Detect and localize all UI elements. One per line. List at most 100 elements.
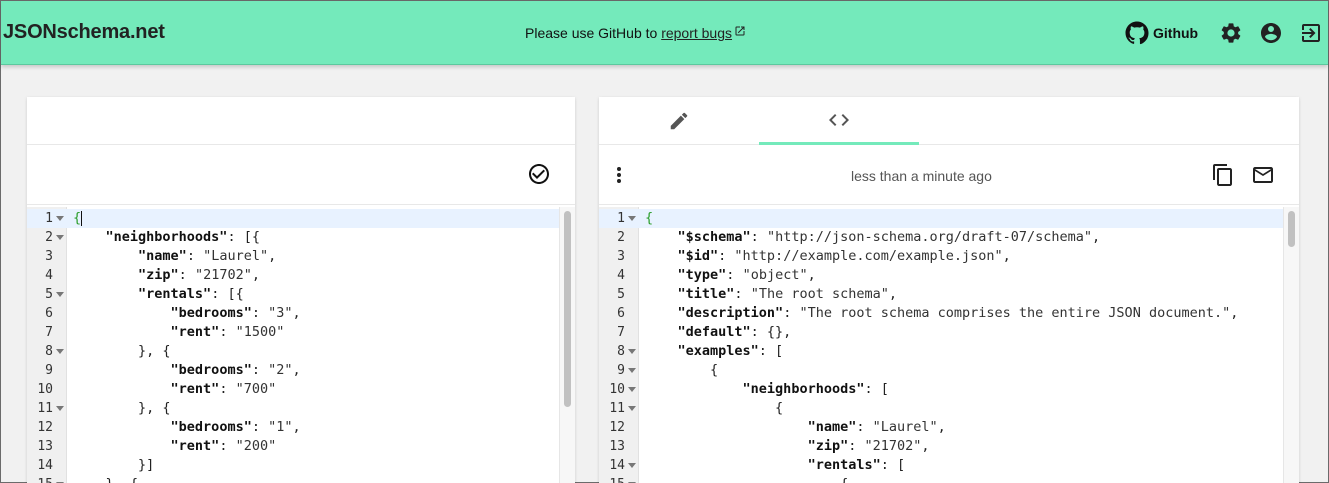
pencil-icon (670, 112, 688, 130)
gear-icon[interactable] (1219, 21, 1243, 45)
line-number: 13 (609, 439, 625, 454)
code-line[interactable]: 14 }] (27, 456, 559, 475)
scrollbar-thumb[interactable] (564, 211, 571, 407)
code-line[interactable]: 9 "bedrooms": "2", (27, 361, 559, 380)
line-number: 15 (27, 475, 53, 483)
code-text: "title": "The root schema", (677, 286, 897, 302)
code-line[interactable]: 9 { (599, 361, 1283, 380)
check-circle-icon[interactable] (527, 162, 551, 186)
schema-output-editor[interactable]: 1{2 "$schema": "http://json-schema.org/d… (599, 207, 1299, 483)
fold-toggle-icon[interactable] (56, 235, 64, 240)
code-line[interactable]: 7 "default": {}, (599, 323, 1283, 342)
github-button[interactable]: Github (1125, 21, 1198, 45)
code-line[interactable]: 5 "rentals": [{ (27, 285, 559, 304)
line-number: 2 (617, 230, 625, 245)
code-text: "$schema": "http://json-schema.org/draft… (677, 229, 1101, 245)
code-line[interactable]: 6 "bedrooms": "3", (27, 304, 559, 323)
external-link-icon[interactable] (734, 25, 746, 37)
json-input-editor[interactable]: 1{2 "neighborhoods": [{3 "name": "Laurel… (27, 207, 575, 483)
code-text: "default": {}, (677, 324, 792, 340)
code-line[interactable]: 2 "neighborhoods": [{ (27, 228, 559, 247)
code-line[interactable]: 14 "rentals": [ (599, 456, 1283, 475)
tab-edit[interactable] (599, 97, 759, 145)
code-text: { (645, 475, 848, 483)
code-text: { (645, 210, 654, 226)
code-line[interactable]: 1{ (599, 209, 1283, 228)
code-text: { (73, 210, 83, 226)
editor-scrollbar[interactable] (1283, 207, 1299, 483)
more-vert-icon[interactable] (607, 163, 631, 187)
fold-toggle-icon[interactable] (628, 216, 636, 221)
code-line[interactable]: 4 "zip": "21702", (27, 266, 559, 285)
line-number: 3 (45, 249, 53, 264)
code-line[interactable]: 7 "rent": "1500" (27, 323, 559, 342)
code-text: }, { (73, 343, 171, 359)
code-text: "bedrooms": "2", (170, 362, 301, 378)
code-line[interactable]: 13 "zip": "21702", (599, 437, 1283, 456)
json-input-panel: 1{2 "neighborhoods": [{3 "name": "Laurel… (27, 97, 575, 483)
code-line[interactable]: 3 "$id": "http://example.com/example.jso… (599, 247, 1283, 266)
fold-toggle-icon[interactable] (56, 216, 64, 221)
line-number: 8 (45, 344, 53, 359)
code-line[interactable]: 11 }, { (27, 399, 559, 418)
line-number: 4 (617, 268, 625, 283)
code-line[interactable]: 10 "neighborhoods": [ (599, 380, 1283, 399)
code-line[interactable]: 4 "type": "object", (599, 266, 1283, 285)
fold-toggle-icon[interactable] (628, 387, 636, 392)
code-line[interactable]: 12 "bedrooms": "1", (27, 418, 559, 437)
code-text: "rent": "700" (170, 381, 277, 397)
line-number: 9 (617, 363, 625, 378)
code-line[interactable]: 8 "examples": [ (599, 342, 1283, 361)
line-number: 15 (599, 475, 625, 483)
code-line[interactable]: 10 "rent": "700" (27, 380, 559, 399)
line-number: 12 (37, 420, 53, 435)
line-number: 6 (45, 306, 53, 321)
fold-toggle-icon[interactable] (56, 406, 64, 411)
code-text: "rent": "1500" (170, 324, 285, 340)
code-text: "$id": "http://example.com/example.json"… (677, 248, 1011, 264)
code-line[interactable]: 11 { (599, 399, 1283, 418)
github-icon (1125, 21, 1149, 45)
last-saved-time: less than a minute ago (851, 168, 992, 184)
fold-toggle-icon[interactable] (56, 292, 64, 297)
code-line[interactable]: 1{ (27, 209, 559, 228)
code-line[interactable]: 8 }, { (27, 342, 559, 361)
line-number: 6 (617, 306, 625, 321)
line-number: 7 (617, 325, 625, 340)
line-number: 8 (617, 344, 625, 359)
code-text: "name": "Laurel", (138, 248, 277, 264)
code-line[interactable]: 13 "rent": "200" (27, 437, 559, 456)
line-number: 5 (617, 287, 625, 302)
scrollbar-thumb[interactable] (1288, 211, 1295, 247)
code-line[interactable]: 12 "name": "Laurel", (599, 418, 1283, 437)
fold-toggle-icon[interactable] (56, 349, 64, 354)
code-text: "bedrooms": "1", (170, 419, 301, 435)
code-line[interactable]: 3 "name": "Laurel", (27, 247, 559, 266)
code-line[interactable]: 15 { (599, 475, 1283, 483)
code-text: }, { (73, 400, 171, 416)
account-circle-icon[interactable] (1259, 21, 1283, 45)
mail-icon[interactable] (1251, 163, 1275, 187)
copy-icon[interactable] (1211, 163, 1235, 187)
fold-toggle-icon[interactable] (628, 349, 636, 354)
fold-toggle-icon[interactable] (628, 463, 636, 468)
code-line[interactable]: 5 "title": "The root schema", (599, 285, 1283, 304)
code-lines: 1{2 "neighborhoods": [{3 "name": "Laurel… (27, 209, 559, 483)
fold-toggle-icon[interactable] (628, 406, 636, 411)
line-number: 1 (45, 211, 53, 226)
input-panel-header (27, 97, 575, 145)
code-line[interactable]: 15 }, { (27, 475, 559, 483)
code-text: "bedrooms": "3", (170, 305, 301, 321)
fold-toggle-icon[interactable] (628, 368, 636, 373)
code-line[interactable]: 2 "$schema": "http://json-schema.org/dra… (599, 228, 1283, 247)
logout-icon[interactable] (1299, 21, 1323, 45)
input-toolbar (27, 145, 575, 205)
report-bugs-link[interactable]: report bugs (661, 25, 732, 41)
notice-text: Please use GitHub to (525, 25, 662, 41)
editor-scrollbar[interactable] (559, 207, 575, 483)
github-label: Github (1153, 25, 1199, 41)
tab-code[interactable] (759, 97, 919, 145)
code-lines: 1{2 "$schema": "http://json-schema.org/d… (599, 209, 1283, 483)
brand-logo[interactable]: JSONschema.net (3, 21, 165, 44)
code-line[interactable]: 6 "description": "The root schema compri… (599, 304, 1283, 323)
